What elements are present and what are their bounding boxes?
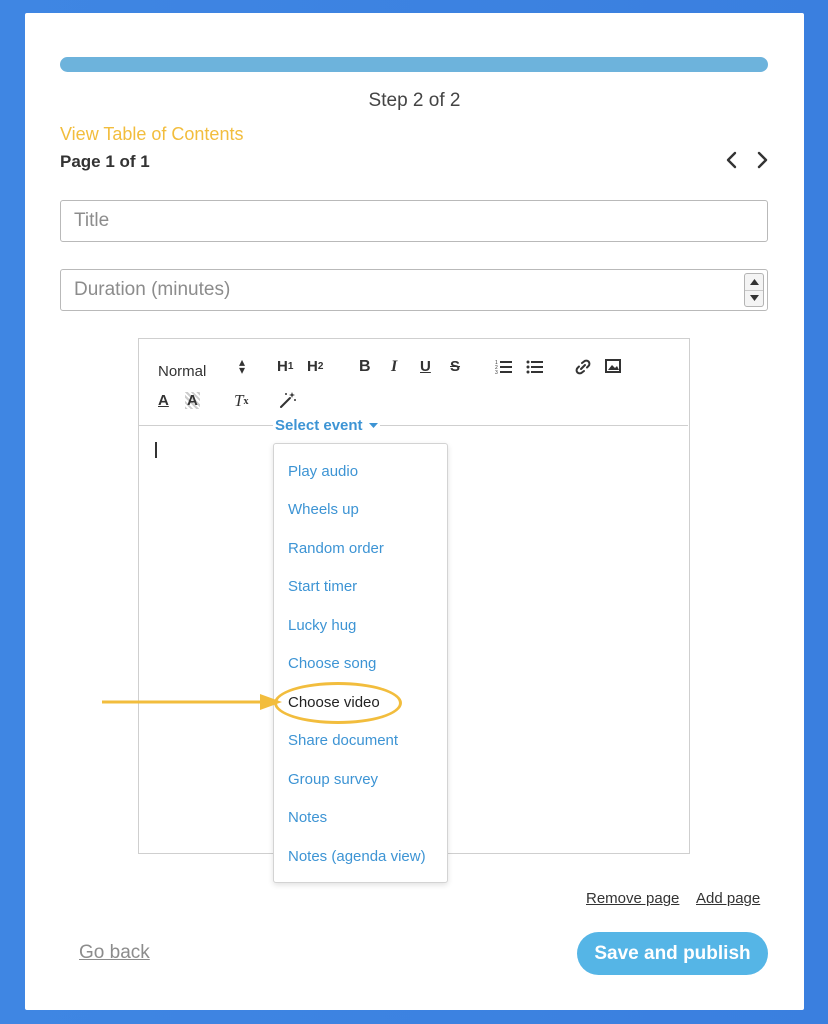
format-select[interactable]: Normal <box>158 363 206 380</box>
image-icon <box>605 359 621 373</box>
format-select-arrows[interactable]: ▴ ▾ <box>239 356 246 377</box>
bullet-list-button[interactable] <box>526 359 544 375</box>
chevron-right-icon <box>757 151 768 169</box>
ordered-list-icon: 1 2 3 <box>495 360 512 375</box>
event-menu-item[interactable]: Lucky hug <box>288 617 356 634</box>
svg-text:3: 3 <box>495 370 498 375</box>
caret-down-icon <box>368 423 378 429</box>
arrow-right-icon <box>102 694 282 710</box>
link-button[interactable] <box>574 359 592 375</box>
duration-stepper[interactable] <box>744 273 764 307</box>
event-menu-item[interactable]: Share document <box>288 732 398 749</box>
bullet-list-icon <box>526 360 543 374</box>
strike-button[interactable]: S <box>450 358 460 375</box>
select-event-dropdown[interactable]: Select event <box>273 417 380 434</box>
event-menu-item[interactable]: Start timer <box>288 578 357 595</box>
save-and-publish-button[interactable]: Save and publish <box>577 932 768 975</box>
text-cursor <box>155 442 157 458</box>
underline-button[interactable]: U <box>420 358 431 375</box>
add-page-link[interactable]: Add page <box>696 890 760 907</box>
image-button[interactable] <box>605 359 621 373</box>
next-page-button[interactable] <box>752 149 774 171</box>
prev-page-button[interactable] <box>720 149 742 171</box>
event-menu-item[interactable]: Notes (agenda view) <box>288 848 426 865</box>
editor-toolbar: Normal ▴ ▾ H1 H2 B I U S 1 2 3 A A T x <box>139 339 688 426</box>
duration-placeholder: Duration (minutes) <box>74 279 231 300</box>
title-placeholder: Title <box>74 210 110 231</box>
heading2-button[interactable]: H2 <box>307 358 323 375</box>
caret-down-icon: ▾ <box>239 363 246 377</box>
bold-button[interactable]: B <box>359 358 371 376</box>
background-color-icon: A <box>187 392 198 409</box>
clear-format-button[interactable]: Tx <box>234 391 248 411</box>
caret-up-icon <box>749 278 759 285</box>
stepper-down[interactable] <box>745 289 763 307</box>
event-menu-item[interactable]: Choose song <box>288 655 376 672</box>
event-menu-item[interactable]: Wheels up <box>288 501 359 518</box>
event-menu-item[interactable]: Notes <box>288 809 327 826</box>
remove-page-link[interactable]: Remove page <box>586 890 679 907</box>
event-menu-item[interactable]: Group survey <box>288 771 378 788</box>
chevron-left-icon <box>726 151 737 169</box>
view-toc-link[interactable]: View Table of Contents <box>60 124 243 145</box>
go-back-link[interactable]: Go back <box>79 942 150 964</box>
font-color-button[interactable]: A <box>158 392 169 409</box>
ordered-list-button[interactable]: 1 2 3 <box>495 359 513 375</box>
event-menu-item[interactable]: Play audio <box>288 463 358 480</box>
title-input[interactable]: Title <box>60 200 768 242</box>
magic-wand-button[interactable] <box>278 390 298 410</box>
highlight-ellipse <box>274 682 402 724</box>
duration-input[interactable]: Duration (minutes) <box>60 269 768 311</box>
background-color-button[interactable]: A <box>185 392 200 409</box>
event-menu: Play audio Wheels up Random order Start … <box>273 443 448 883</box>
heading1-button[interactable]: H1 <box>277 358 293 375</box>
link-icon <box>575 359 591 375</box>
progress-bar <box>60 57 768 72</box>
step-card: Step 2 of 2 View Table of Contents Page … <box>25 13 804 1010</box>
italic-button[interactable]: I <box>391 358 397 376</box>
step-indicator: Step 2 of 2 <box>368 90 461 111</box>
caret-down-icon <box>749 295 759 302</box>
event-menu-item[interactable]: Random order <box>288 540 384 557</box>
magic-wand-icon <box>280 392 296 408</box>
stepper-up[interactable] <box>745 274 763 290</box>
font-color-icon: A <box>158 392 169 409</box>
page-indicator: Page 1 of 1 <box>60 152 150 171</box>
